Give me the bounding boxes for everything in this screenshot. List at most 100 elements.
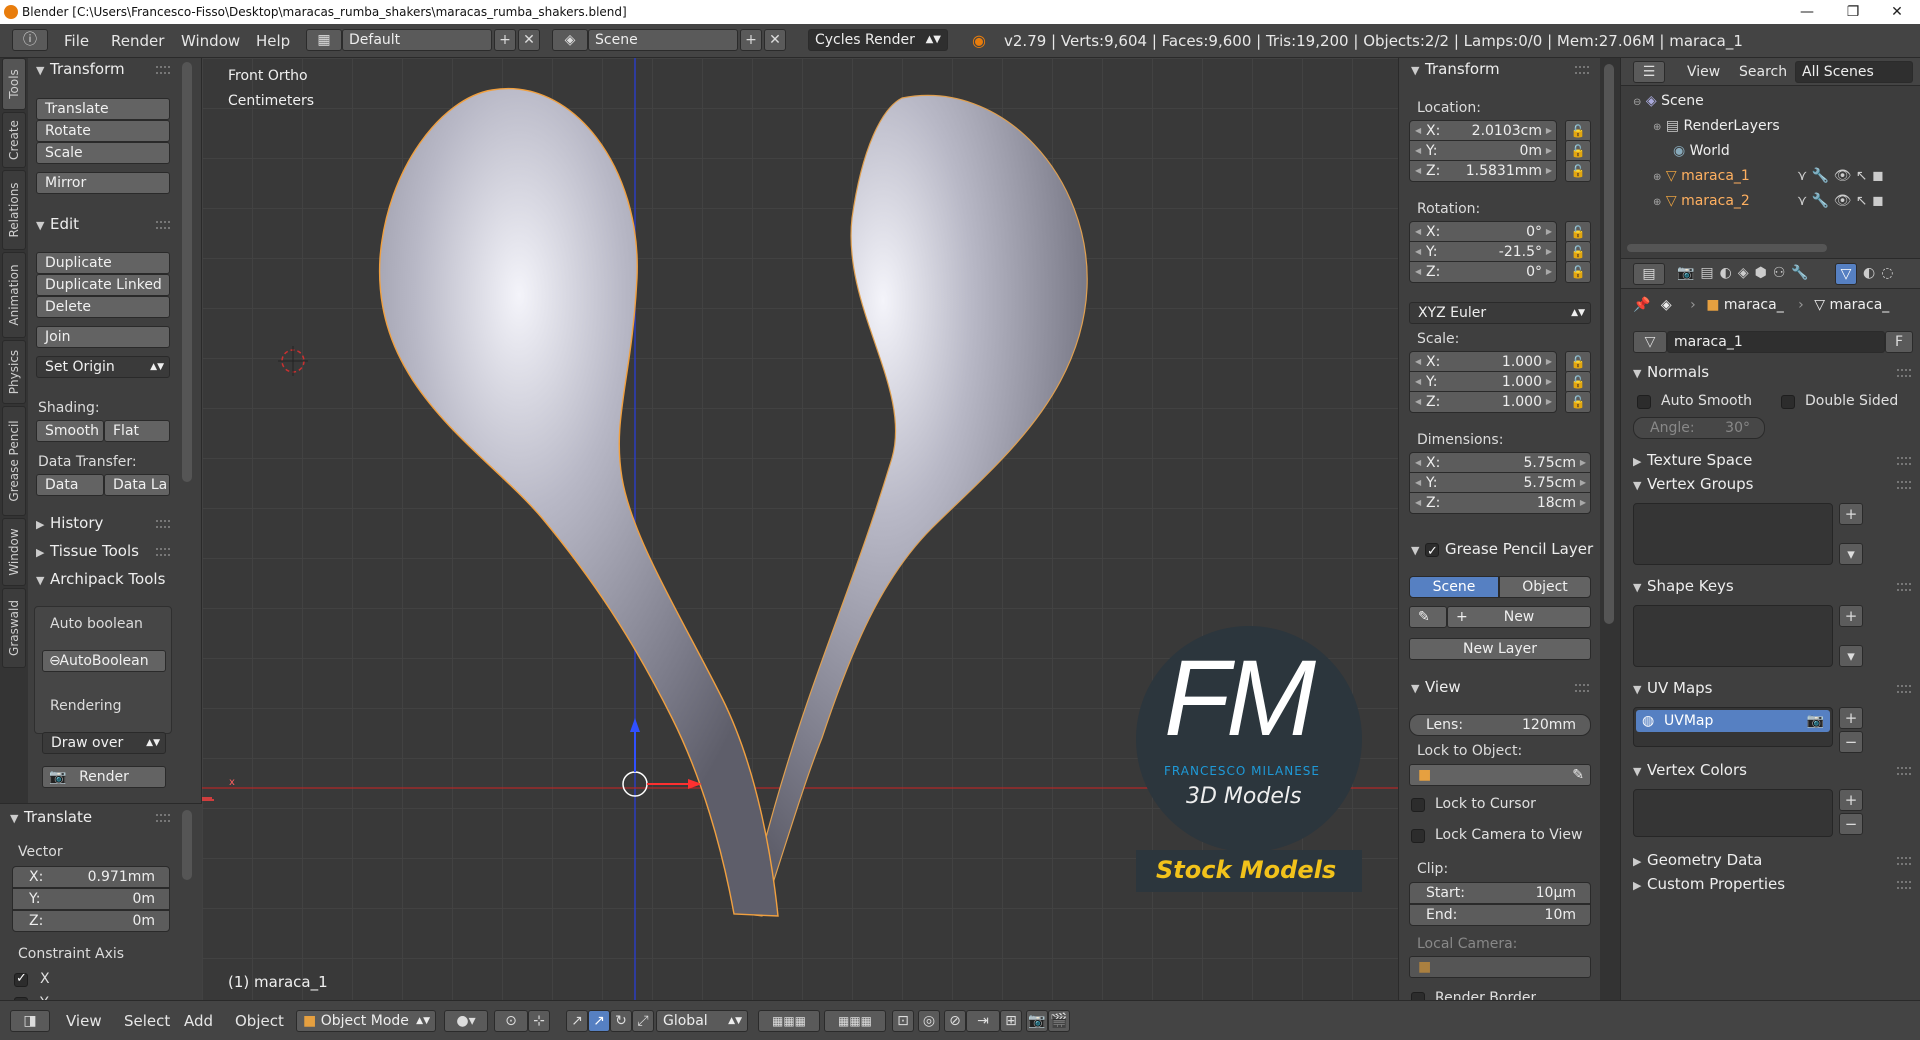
panel-grip-icon[interactable] [1575, 66, 1589, 74]
lock-camera-checkbox[interactable] [1411, 829, 1425, 843]
npanel-scrollbar[interactable] [1604, 64, 1614, 624]
decrement-arrow-icon[interactable]: ◀ [1415, 473, 1421, 493]
normals-header[interactable]: ▼ Normals [1633, 361, 1709, 383]
decrement-arrow-icon[interactable]: ◀ [1415, 493, 1421, 513]
scale-y-field[interactable]: ◀ Y: 1.000 ▶ [1409, 371, 1557, 393]
display-mode-dropdown[interactable]: All Scenes [1795, 61, 1913, 83]
add-uv-map-button[interactable]: + [1839, 707, 1863, 729]
menu-add[interactable]: Add [184, 1012, 213, 1030]
viewport-shading-icon[interactable]: ●▾ [444, 1010, 488, 1032]
panel-grip-icon[interactable] [1897, 857, 1911, 865]
vertex-colors-header[interactable]: ▼ Vertex Colors [1633, 759, 1747, 781]
duplicate-button[interactable]: Duplicate [36, 252, 170, 274]
rotation-z-field[interactable]: ◀ Z: 0° ▶ [1409, 261, 1557, 283]
vertex-groups-list[interactable] [1633, 503, 1833, 565]
tab-relations[interactable]: Relations [2, 170, 26, 250]
vector-z-field[interactable]: Z: 0m [12, 910, 170, 932]
decrement-arrow-icon[interactable]: ◀ [1415, 161, 1421, 181]
texture-space-header[interactable]: ▶ Texture Space [1633, 449, 1752, 471]
mesh-browse-icon[interactable]: ▽ [1633, 331, 1667, 353]
mode-dropdown[interactable]: ■ Object Mode ▲▼ [296, 1010, 436, 1032]
dimensions-x-field[interactable]: ◀ X: 5.75cm ▶ [1409, 452, 1591, 474]
gp-new-layer-button[interactable]: New Layer [1409, 638, 1591, 660]
lock-rotation-x-icon[interactable]: 🔓 [1565, 221, 1591, 243]
smooth-button[interactable]: Smooth [36, 420, 104, 442]
lock-to-cursor-checkbox[interactable] [1411, 798, 1425, 812]
panel-grip-icon[interactable] [1897, 685, 1911, 693]
shape-key-menu-button[interactable]: ▾ [1839, 645, 1863, 667]
rotate-manipulator-icon[interactable]: ↻ [610, 1010, 632, 1032]
context-tab-icons[interactable]: 📷▤◐◈⬢⚇🔧 [1677, 265, 1815, 281]
increment-arrow-icon[interactable]: ▶ [1580, 473, 1586, 493]
scale-manipulator-icon[interactable]: ⤢ [632, 1010, 654, 1032]
lens-field[interactable]: Lens: 120mm [1409, 714, 1591, 736]
tab-create[interactable]: Create [2, 112, 26, 168]
local-camera-field[interactable]: ■ [1409, 956, 1591, 978]
custom-properties-header[interactable]: ▶ Custom Properties [1633, 873, 1785, 895]
render-camera-icon[interactable]: 📷 [1807, 710, 1824, 732]
join-button[interactable]: Join [36, 326, 170, 348]
remove-scene-icon[interactable]: ✕ [764, 29, 786, 51]
location-y-field[interactable]: ◀ Y: 0m ▶ [1409, 140, 1557, 162]
rotation-y-field[interactable]: ◀ Y: -21.5° ▶ [1409, 241, 1557, 263]
opengl-render-icon[interactable]: 📷 [1026, 1010, 1048, 1032]
panel-grip-icon[interactable] [1897, 881, 1911, 889]
increment-arrow-icon[interactable]: ▶ [1546, 121, 1552, 141]
scale-button[interactable]: Scale [36, 142, 170, 164]
manipulator-z-arrow-head[interactable] [630, 718, 640, 732]
decrement-arrow-icon[interactable]: ◀ [1415, 121, 1421, 141]
data-layout-button[interactable]: Data La [104, 474, 170, 496]
toolshelf-scrollbar[interactable] [182, 62, 192, 482]
vertex-colors-list[interactable] [1633, 789, 1833, 837]
layers-grid-2[interactable]: ▦▦▦ [824, 1010, 886, 1032]
double-sided-checkbox[interactable] [1781, 395, 1795, 409]
translate-button[interactable]: Translate [36, 98, 170, 120]
screen-layout-field[interactable]: Default [342, 29, 492, 51]
gp-new-button[interactable]: + New [1447, 606, 1591, 628]
panel-grip-icon[interactable] [156, 221, 170, 229]
increment-arrow-icon[interactable]: ▶ [1546, 242, 1552, 262]
tab-animation[interactable]: Animation [2, 252, 26, 338]
render-button[interactable]: 📷 Render [42, 766, 166, 788]
editor-type-info-icon[interactable]: ⓘ [12, 29, 48, 51]
menu-file[interactable]: File [64, 32, 89, 50]
lock-location-x-icon[interactable]: 🔓 [1565, 120, 1591, 142]
increment-arrow-icon[interactable]: ▶ [1546, 372, 1552, 392]
edit-panel-header[interactable]: ▼ Edit [36, 213, 79, 235]
remove-uv-map-button[interactable]: − [1839, 731, 1863, 753]
panel-grip-icon[interactable] [156, 548, 170, 556]
fake-user-button[interactable]: F [1885, 331, 1913, 353]
panel-grip-icon[interactable] [1897, 583, 1911, 591]
outliner-row-maraca-1[interactable]: ⊕ ▽ maraca_1 ⋎ 🔧 👁 ↖ ◼ [1621, 164, 1920, 189]
scale-z-field[interactable]: ◀ Z: 1.000 ▶ [1409, 391, 1557, 413]
increment-arrow-icon[interactable]: ▶ [1546, 222, 1552, 242]
archipack-panel-header[interactable]: ▼ Archipack Tools [36, 568, 176, 590]
scene-icon[interactable]: ◈ [552, 29, 588, 51]
dimensions-y-field[interactable]: ◀ Y: 5.75cm ▶ [1409, 472, 1591, 494]
uv-maps-header[interactable]: ▼ UV Maps [1633, 677, 1712, 699]
decrement-arrow-icon[interactable]: ◀ [1415, 372, 1421, 392]
gp-scene-toggle[interactable]: Scene [1409, 576, 1499, 598]
mesh-name-field[interactable]: maraca_1 [1667, 331, 1885, 353]
increment-arrow-icon[interactable]: ▶ [1546, 352, 1552, 372]
lock-scale-y-icon[interactable]: 🔓 [1565, 371, 1591, 393]
dimensions-z-field[interactable]: ◀ Z: 18cm ▶ [1409, 492, 1591, 514]
menu-help[interactable]: Help [256, 32, 290, 50]
vertex-group-menu-button[interactable]: ▾ [1839, 543, 1863, 565]
constraint-x-checkbox[interactable] [14, 971, 28, 987]
outliner-search-menu[interactable]: Search [1739, 64, 1787, 80]
snap-element-icon[interactable]: ⇥ [966, 1010, 1000, 1032]
maraca-2-mesh[interactable] [746, 94, 1088, 917]
panel-grip-icon[interactable] [1575, 684, 1589, 692]
gp-pencil-icon[interactable]: ✎ [1409, 606, 1447, 628]
menu-view[interactable]: View [66, 1012, 102, 1030]
visibility-icons[interactable]: ⋎ 🔧 👁 ↖ ◼ [1797, 189, 1884, 214]
lock-rotation-y-icon[interactable]: 🔓 [1565, 241, 1591, 263]
location-x-field[interactable]: ◀ X: 2.0103cm ▶ [1409, 120, 1557, 142]
increment-arrow-icon[interactable]: ▶ [1580, 493, 1586, 513]
increment-arrow-icon[interactable]: ▶ [1546, 141, 1552, 161]
uv-maps-list[interactable]: ◍ UVMap 📷 [1633, 707, 1833, 747]
remove-screen-icon[interactable]: ✕ [518, 29, 540, 51]
lock-object-field[interactable]: ■ ✎ [1409, 764, 1591, 786]
scale-x-field[interactable]: ◀ X: 1.000 ▶ [1409, 351, 1557, 373]
